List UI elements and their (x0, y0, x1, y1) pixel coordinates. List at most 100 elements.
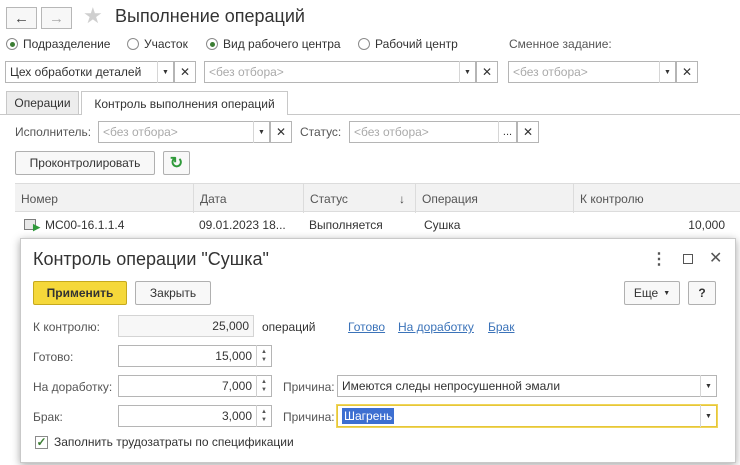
shift-task-label: Сменное задание: (509, 37, 612, 51)
star-icon[interactable]: ★ (83, 3, 103, 29)
column-label: Статус (310, 191, 348, 206)
rework-reason-field[interactable]: Имеются следы непросушенной эмали ▼ (337, 375, 717, 397)
dropdown-icon[interactable]: ▼ (659, 61, 675, 83)
defect-reason-value: Шагрень (342, 408, 395, 424)
dropdown-icon[interactable]: ▼ (700, 405, 716, 427)
tab-label: Операции (14, 96, 71, 110)
radio-workcenter-type[interactable]: Вид рабочего центра (206, 37, 341, 51)
dropdown-icon: ▼ (663, 289, 671, 297)
page-title: Выполнение операций (115, 6, 305, 26)
to-control-value: 25,000 (212, 319, 249, 333)
ellipsis-button[interactable]: ... (498, 121, 516, 143)
to-control-field: 25,000 (118, 315, 254, 337)
close-button[interactable]: Закрыть (135, 281, 211, 305)
rework-reason-label: Причина: (283, 380, 335, 394)
clear-icon[interactable]: ✕ (174, 61, 196, 83)
clear-icon[interactable]: ✕ (476, 61, 498, 83)
cell-number: МС00-16.1.1.4 (45, 218, 125, 232)
column-status[interactable]: Статус ↓ (303, 184, 415, 213)
defect-label: Брак: (33, 410, 63, 424)
button-label: Проконтролировать (29, 156, 141, 170)
clear-icon[interactable]: ✕ (517, 121, 539, 143)
checkmark-icon: ✓ (35, 435, 48, 449)
column-number[interactable]: Номер (15, 184, 193, 213)
performer-label: Исполнитель: (15, 125, 92, 139)
button-label: ? (698, 286, 706, 300)
fill-labor-checkbox[interactable]: ✓ Заполнить трудозатраты по спецификации (35, 435, 294, 449)
refresh-button[interactable]: ↻ (163, 151, 190, 175)
placeholder-text: <без отбора> (513, 65, 588, 79)
help-button[interactable]: ? (688, 281, 716, 305)
arrow-right-icon: → (49, 9, 64, 27)
defect-reason-label: Причина: (283, 410, 335, 424)
radio-department[interactable]: Подразделение (6, 37, 110, 51)
operations-unit: операций (262, 320, 316, 334)
stepper-icon[interactable]: ▲ ▼ (256, 345, 271, 367)
ready-value: 15,000 (215, 349, 252, 363)
placeholder-text: <без отбора> (209, 65, 284, 79)
radio-label: Вид рабочего центра (223, 37, 341, 51)
radio-dot (127, 38, 139, 50)
column-operation[interactable]: Операция (415, 184, 573, 213)
clear-icon[interactable]: ✕ (270, 121, 292, 143)
radio-label: Участок (144, 37, 188, 51)
tab-label: Контроль выполнения операций (94, 96, 275, 111)
more-icon[interactable]: ⋮ (651, 249, 667, 269)
stepper-icon[interactable]: ▲ ▼ (256, 405, 271, 427)
dialog-title: Контроль операции "Сушка" (33, 249, 269, 269)
column-date[interactable]: Дата (193, 184, 303, 213)
performer-field[interactable]: <без отбора> ▼ (98, 121, 270, 143)
link-defect[interactable]: Брак (488, 320, 514, 334)
rework-label: На доработку: (33, 380, 113, 394)
shift-task-field[interactable]: <без отбора> ▼ (508, 61, 676, 83)
radio-dot (358, 38, 370, 50)
clear-icon[interactable]: ✕ (676, 61, 698, 83)
stepper-icon[interactable]: ▲ ▼ (256, 375, 271, 397)
more-button[interactable]: Еще ▼ (624, 281, 680, 305)
defect-reason-field[interactable]: Шагрень ▼ (337, 405, 717, 427)
cell-date: 09.01.2023 18... (199, 218, 286, 232)
tab-control[interactable]: Контроль выполнения операций (81, 91, 288, 115)
close-icon[interactable]: ✕ (709, 248, 722, 268)
cell-to-control: 10,000 (688, 218, 725, 232)
radio-dot (6, 38, 18, 50)
back-button[interactable]: ← (6, 7, 37, 29)
department-value: Цех обработки деталей (10, 65, 142, 79)
button-label: Закрыть (149, 286, 197, 300)
defect-field[interactable]: 3,000 ▲ ▼ (118, 405, 272, 427)
placeholder-text: <без отбора> (103, 125, 178, 139)
table-row[interactable]: ▶ МС00-16.1.1.4 09.01.2023 18... Выполня… (15, 212, 740, 239)
status-field[interactable]: <без отбора> ... (349, 121, 517, 143)
dropdown-icon[interactable]: ▼ (157, 61, 173, 83)
column-label: Операция (422, 191, 478, 206)
workcenter-type-field[interactable]: <без отбора> ▼ (204, 61, 476, 83)
control-button[interactable]: Проконтролировать (15, 151, 155, 175)
forward-button[interactable]: → (41, 7, 72, 29)
dropdown-icon[interactable]: ▼ (253, 121, 269, 143)
column-to-control[interactable]: К контролю (573, 184, 740, 213)
dropdown-icon[interactable]: ▼ (700, 375, 716, 397)
refresh-icon: ↻ (169, 155, 184, 172)
document-icon: ▶ (24, 219, 40, 232)
link-ready[interactable]: Готово (348, 320, 385, 334)
radio-workcenter[interactable]: Рабочий центр (358, 37, 458, 51)
column-label: К контролю (580, 191, 644, 206)
dropdown-icon[interactable]: ▼ (459, 61, 475, 83)
radio-section[interactable]: Участок (127, 37, 188, 51)
apply-button[interactable]: Применить (33, 281, 127, 305)
ready-field[interactable]: 15,000 ▲ ▼ (118, 345, 272, 367)
radio-label: Подразделение (23, 37, 111, 51)
placeholder-text: <без отбора> (354, 125, 429, 139)
tab-operations[interactable]: Операции (6, 91, 79, 114)
defect-value: 3,000 (221, 409, 252, 423)
control-dialog: Контроль операции "Сушка" ⋮ ✕ Применить … (20, 238, 736, 463)
rework-field[interactable]: 7,000 ▲ ▼ (118, 375, 272, 397)
cell-operation: Сушка (424, 218, 461, 232)
sort-arrow-icon: ↓ (399, 191, 405, 206)
department-field[interactable]: Цех обработки деталей ▼ (5, 61, 174, 83)
ready-label: Готово: (33, 350, 74, 364)
maximize-icon[interactable] (683, 254, 693, 264)
link-rework[interactable]: На доработку (398, 320, 474, 334)
checkbox-label: Заполнить трудозатраты по спецификации (54, 435, 294, 449)
radio-dot (206, 38, 218, 50)
